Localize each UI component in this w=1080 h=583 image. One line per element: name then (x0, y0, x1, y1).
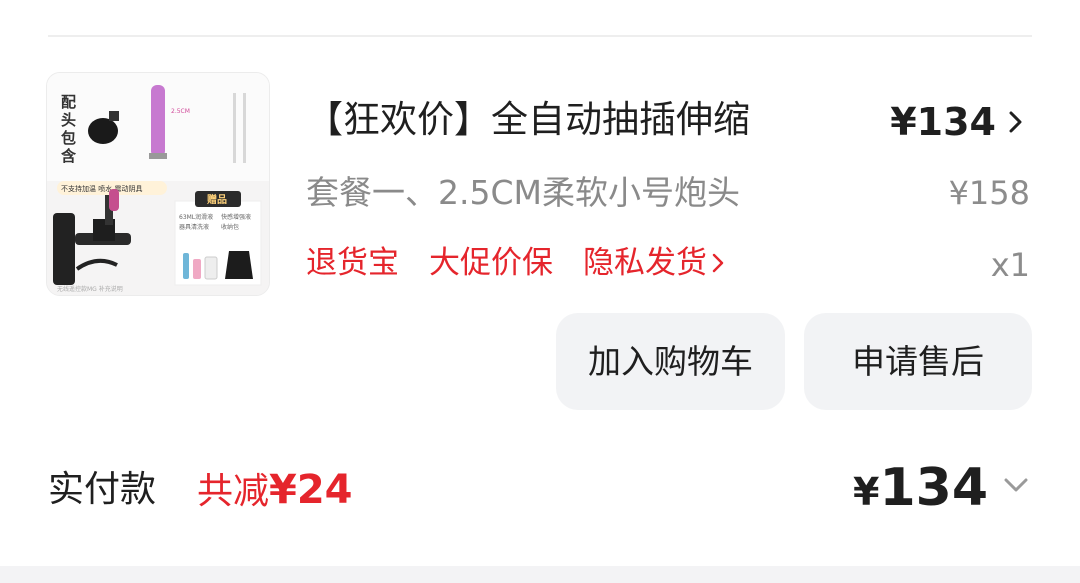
svg-text:头: 头 (61, 111, 76, 129)
service-tags[interactable]: 退货宝 大促价保 隐私发货 (306, 238, 725, 288)
svg-text:含: 含 (61, 147, 77, 165)
discount-label: 共减 (197, 471, 270, 512)
discount-amount: ¥24 (269, 467, 353, 513)
svg-text:2.5CM: 2.5CM (171, 108, 190, 115)
product-variant: 套餐一、2.5CM柔软小号炮头 (306, 173, 740, 212)
tag-price-protection[interactable]: 大促价保 (429, 238, 553, 288)
thumb-footer-text: 无线遥控款MG 补充说明 (57, 285, 123, 293)
total-currency: ¥ (853, 470, 880, 514)
thumb-kit-label: 配 (61, 93, 76, 111)
tag-return-insurance[interactable]: 退货宝 (306, 238, 399, 288)
total-value: 134 (879, 458, 988, 518)
discount-info: 共减¥24 (197, 463, 353, 519)
product-thumbnail[interactable]: 配 头 包 含 2.5CM 不支持加温 喷水 震动阴具 赠品 63ML润滑液 器… (46, 72, 270, 296)
divider (48, 35, 1032, 37)
svg-text:63ML润滑液: 63ML润滑液 (179, 213, 213, 221)
machine-shape (53, 213, 75, 285)
product-image: 配 头 包 含 2.5CM 不支持加温 喷水 震动阴具 赠品 63ML润滑液 器… (47, 73, 269, 295)
item-price[interactable]: ¥134 (890, 96, 996, 148)
after-sales-button[interactable]: 申请售后 (804, 313, 1032, 410)
tag-private-shipping[interactable]: 隐私发货 (583, 238, 707, 288)
bottom-separator (0, 566, 1080, 583)
chevron-right-icon[interactable] (1006, 110, 1026, 134)
thumb-gift-label: 赠品 (207, 193, 227, 206)
item-quantity: x1 (990, 246, 1030, 284)
svg-text:器具清洗液: 器具清洗液 (179, 223, 209, 231)
suction-cup-shape (88, 118, 118, 144)
product-title[interactable]: 【狂欢价】全自动抽插伸缩 (306, 94, 750, 146)
chevron-right-icon[interactable] (711, 252, 725, 274)
add-to-cart-button[interactable]: 加入购物车 (556, 313, 785, 410)
original-price: ¥158 (948, 174, 1030, 212)
order-page: 配 头 包 含 2.5CM 不支持加温 喷水 震动阴具 赠品 63ML润滑液 器… (0, 0, 1080, 583)
svg-text:包: 包 (61, 129, 76, 147)
svg-text:收纳包: 收纳包 (221, 223, 239, 231)
attachment-shape (151, 85, 165, 157)
svg-text:快感增强液: 快感增强液 (221, 213, 251, 221)
paid-label: 实付款 (48, 469, 157, 510)
chevron-down-icon[interactable] (1002, 475, 1030, 495)
total-amount[interactable]: ¥134 (853, 455, 988, 525)
thumb-banner-text: 不支持加温 喷水 震动阴具 (61, 184, 142, 193)
